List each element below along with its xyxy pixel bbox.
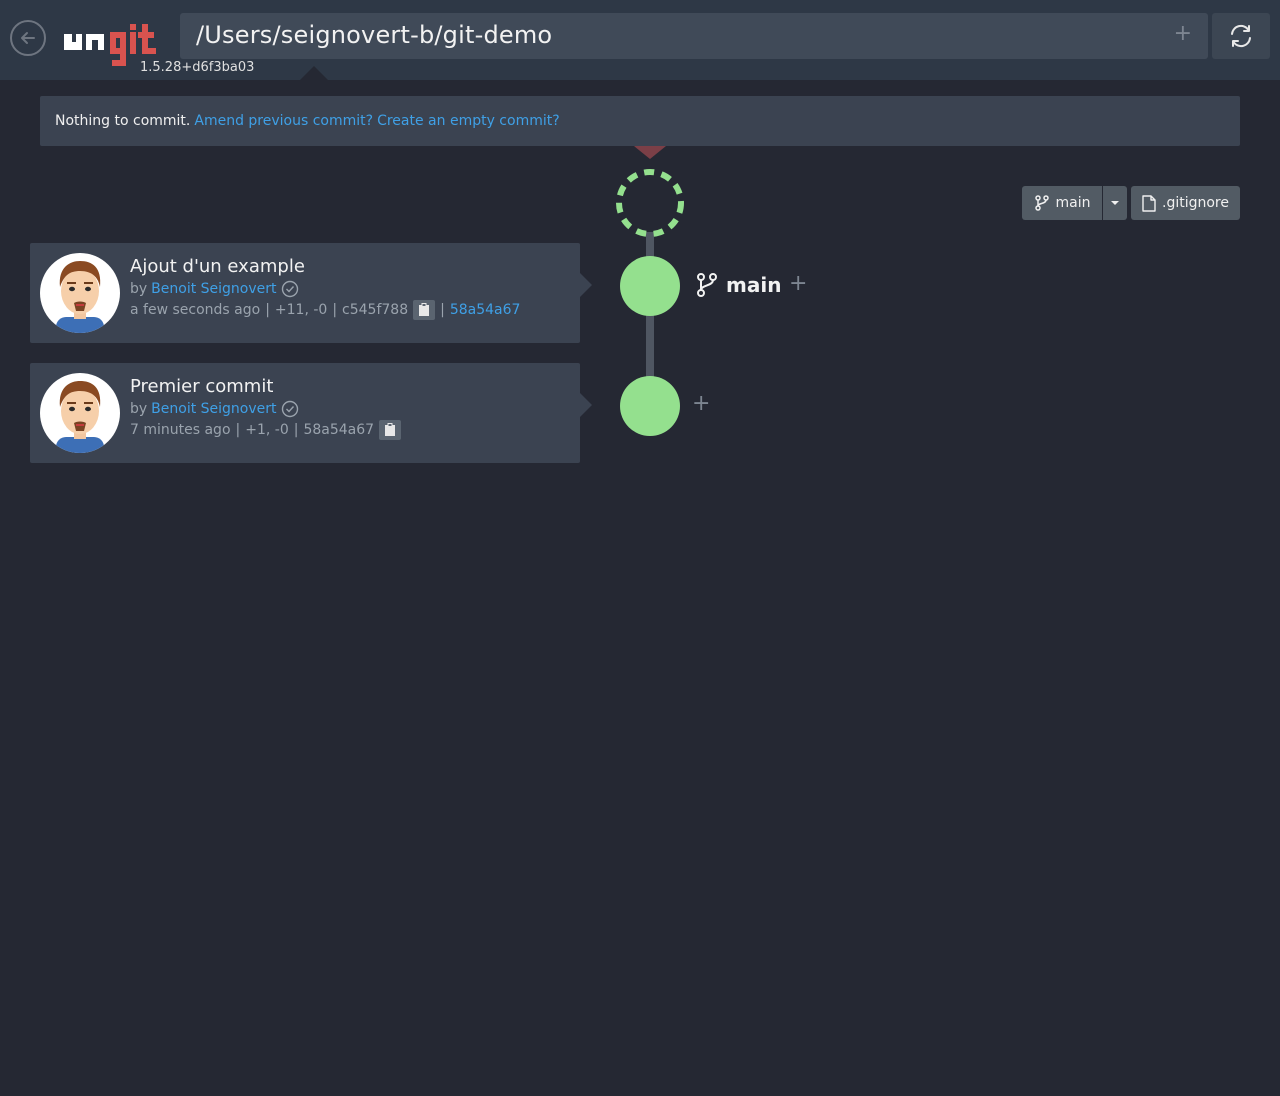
- path-caret: [300, 66, 328, 80]
- separator: |: [265, 302, 270, 318]
- add-ref-button[interactable]: +: [692, 391, 710, 416]
- back-button[interactable]: [10, 20, 46, 56]
- by-label: by: [130, 401, 148, 417]
- ungit-logo: [64, 24, 156, 66]
- arrow-left-icon: [21, 32, 35, 44]
- branch-ref-main[interactable]: main: [696, 270, 781, 300]
- commit-author-line: by Benoit Seignovert: [130, 280, 299, 298]
- file-icon: [1142, 194, 1156, 212]
- pending-commit-node[interactable]: [614, 167, 686, 239]
- gitignore-label: .gitignore: [1162, 195, 1229, 211]
- clipboard-icon: [385, 423, 396, 436]
- gitignore-button[interactable]: .gitignore: [1131, 186, 1240, 220]
- copy-sha-button[interactable]: [413, 300, 436, 320]
- refresh-icon: [1231, 24, 1251, 48]
- branch-button[interactable]: main: [1022, 186, 1102, 220]
- commit-node-2[interactable]: [620, 376, 680, 436]
- commit-card[interactable]: Premier commit by Benoit Seignovert 7 mi…: [30, 363, 592, 463]
- separator: |: [332, 302, 338, 318]
- staging-bar: Nothing to commit. Amend previous commit…: [40, 96, 1240, 146]
- commit-node-1[interactable]: [620, 256, 680, 316]
- commit-stats: +11, -0: [274, 302, 328, 318]
- branch-dropdown-button[interactable]: [1103, 186, 1127, 220]
- branch-button-label: main: [1055, 195, 1091, 211]
- commit-sha: 58a54a67: [303, 422, 375, 438]
- add-branch-button[interactable]: +: [789, 271, 807, 296]
- commit-author-line: by Benoit Seignovert: [130, 400, 299, 418]
- commit-title: Premier commit: [130, 376, 274, 397]
- add-path-button[interactable]: +: [1174, 21, 1192, 46]
- repo-path-input[interactable]: /Users/seignovert-b/git-demo +: [180, 13, 1208, 59]
- branch-icon: [1034, 195, 1049, 211]
- nothing-to-commit-text: Nothing to commit.: [55, 113, 191, 129]
- staging-caret: [634, 146, 666, 159]
- separator: |: [440, 302, 445, 318]
- avatar-face-icon: [56, 381, 104, 453]
- header-bar: 1.5.28+d6f3ba03 /Users/seignovert-b/git-…: [0, 0, 1280, 80]
- commit-time: a few seconds ago: [130, 302, 261, 318]
- avatar-face-icon: [56, 261, 104, 333]
- version-label: 1.5.28+d6f3ba03: [140, 60, 255, 75]
- by-label: by: [130, 281, 148, 297]
- separator: |: [293, 422, 299, 438]
- branch-ref-label: main: [726, 273, 782, 297]
- commit-stats: +1, -0: [245, 422, 289, 438]
- amend-commit-link[interactable]: Amend previous commit?: [194, 113, 373, 129]
- caret-down-icon: [1111, 201, 1119, 205]
- avatar: [40, 373, 120, 453]
- commit-title: Ajout d'un example: [130, 256, 305, 277]
- copy-sha-button[interactable]: [379, 420, 402, 440]
- separator: |: [235, 422, 241, 438]
- avatar: [40, 253, 120, 333]
- author-link[interactable]: Benoit Seignovert: [151, 401, 276, 417]
- refresh-button[interactable]: [1212, 13, 1270, 59]
- author-link[interactable]: Benoit Seignovert: [151, 281, 276, 297]
- verified-check-icon: [281, 280, 298, 298]
- commit-meta: 7 minutes ago | +1, -0 | 58a54a67: [130, 420, 402, 440]
- parent-sha-link[interactable]: 58a54a67: [450, 302, 521, 318]
- clipboard-icon: [419, 303, 430, 316]
- verified-check-icon: [281, 400, 298, 418]
- empty-commit-link[interactable]: Create an empty commit?: [377, 113, 560, 129]
- commit-card[interactable]: Ajout d'un example by Benoit Seignovert …: [30, 243, 592, 343]
- branch-icon: [697, 273, 717, 297]
- commit-meta: a few seconds ago | +11, -0 | c545f788 |…: [130, 300, 520, 320]
- commit-time: 7 minutes ago: [130, 422, 231, 438]
- commit-sha: c545f788: [342, 302, 409, 318]
- repo-path-text: /Users/seignovert-b/git-demo: [196, 21, 553, 49]
